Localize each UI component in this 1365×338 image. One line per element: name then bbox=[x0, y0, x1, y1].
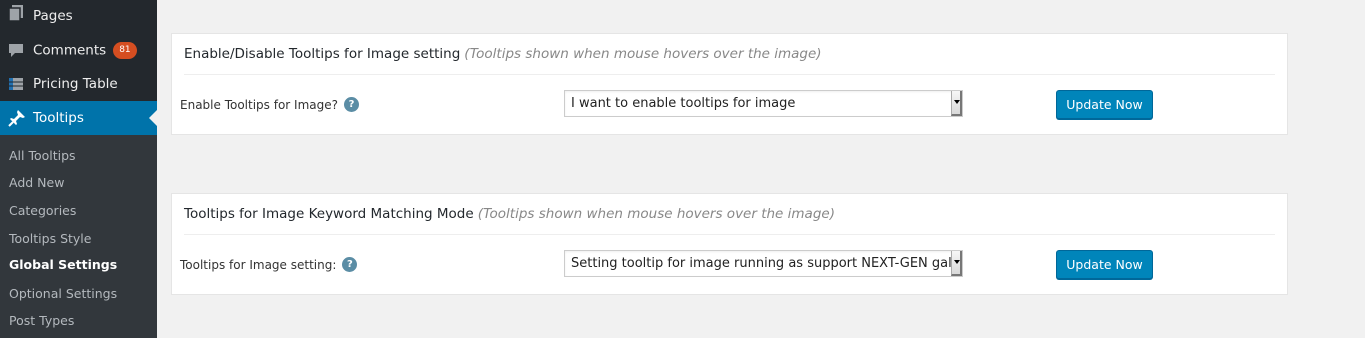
panel-note: (Tooltips shown when mouse hovers over t… bbox=[477, 206, 835, 222]
panel-title: Tooltips for Image Keyword Matching Mode bbox=[184, 206, 474, 222]
submenu-categories[interactable]: Categories bbox=[9, 203, 76, 218]
divider bbox=[184, 234, 1275, 235]
update-now-button[interactable]: Update Now bbox=[1056, 90, 1153, 119]
update-now-button[interactable]: Update Now bbox=[1056, 250, 1153, 279]
matching-mode-select[interactable]: Setting tooltip for image running as sup… bbox=[564, 250, 963, 277]
help-icon[interactable]: ? bbox=[342, 257, 358, 272]
tooltips-submenu: All Tooltips Add New Categories Tooltips… bbox=[0, 135, 157, 338]
comments-icon bbox=[8, 41, 24, 59]
table-icon bbox=[8, 75, 24, 93]
submenu-all-tooltips[interactable]: All Tooltips bbox=[9, 148, 76, 163]
divider bbox=[184, 74, 1275, 75]
current-menu-arrow bbox=[149, 110, 157, 126]
settings-panel-keyword-matching: Tooltips for Image Keyword Matching Mode… bbox=[171, 193, 1288, 295]
pages-icon bbox=[8, 4, 24, 22]
menu-item-pricing-table[interactable]: Pricing Table bbox=[0, 67, 157, 101]
admin-sidebar: Pages Comments 81 Pricing Table Tooltips … bbox=[0, 0, 157, 338]
menu-item-label: Pages bbox=[33, 8, 73, 24]
select-value: I want to enable tooltips for image bbox=[571, 96, 796, 111]
pushpin-icon bbox=[8, 109, 25, 127]
help-icon[interactable]: ? bbox=[344, 97, 359, 112]
setting-label: Enable Tooltips for Image? bbox=[180, 97, 338, 112]
chevron-down-icon[interactable] bbox=[951, 251, 962, 276]
setting-label: Tooltips for Image setting: bbox=[180, 257, 337, 272]
submenu-optional-settings[interactable]: Optional Settings bbox=[9, 286, 117, 301]
enable-tooltips-select[interactable]: I want to enable tooltips for image bbox=[564, 90, 963, 117]
menu-item-pages[interactable]: Pages bbox=[0, 0, 157, 32]
menu-item-tooltips[interactable]: Tooltips bbox=[0, 101, 157, 135]
panel-title: Enable/Disable Tooltips for Image settin… bbox=[184, 46, 461, 62]
settings-panel-enable-tooltips: Enable/Disable Tooltips for Image settin… bbox=[171, 33, 1288, 135]
comment-count-badge: 81 bbox=[113, 41, 137, 59]
menu-item-label: Pricing Table bbox=[33, 76, 118, 92]
menu-item-label: Tooltips bbox=[33, 110, 84, 126]
submenu-global-settings[interactable]: Global Settings bbox=[9, 257, 117, 272]
select-value: Setting tooltip for image running as sup… bbox=[571, 256, 963, 271]
menu-item-label: Comments bbox=[33, 42, 107, 58]
panel-note: (Tooltips shown when mouse hovers over t… bbox=[464, 46, 822, 62]
submenu-post-types[interactable]: Post Types bbox=[9, 313, 74, 328]
submenu-add-new[interactable]: Add New bbox=[9, 175, 64, 190]
submenu-tooltips-style[interactable]: Tooltips Style bbox=[9, 231, 91, 246]
chevron-down-icon[interactable] bbox=[951, 91, 962, 116]
menu-item-comments[interactable]: Comments 81 bbox=[0, 33, 157, 67]
